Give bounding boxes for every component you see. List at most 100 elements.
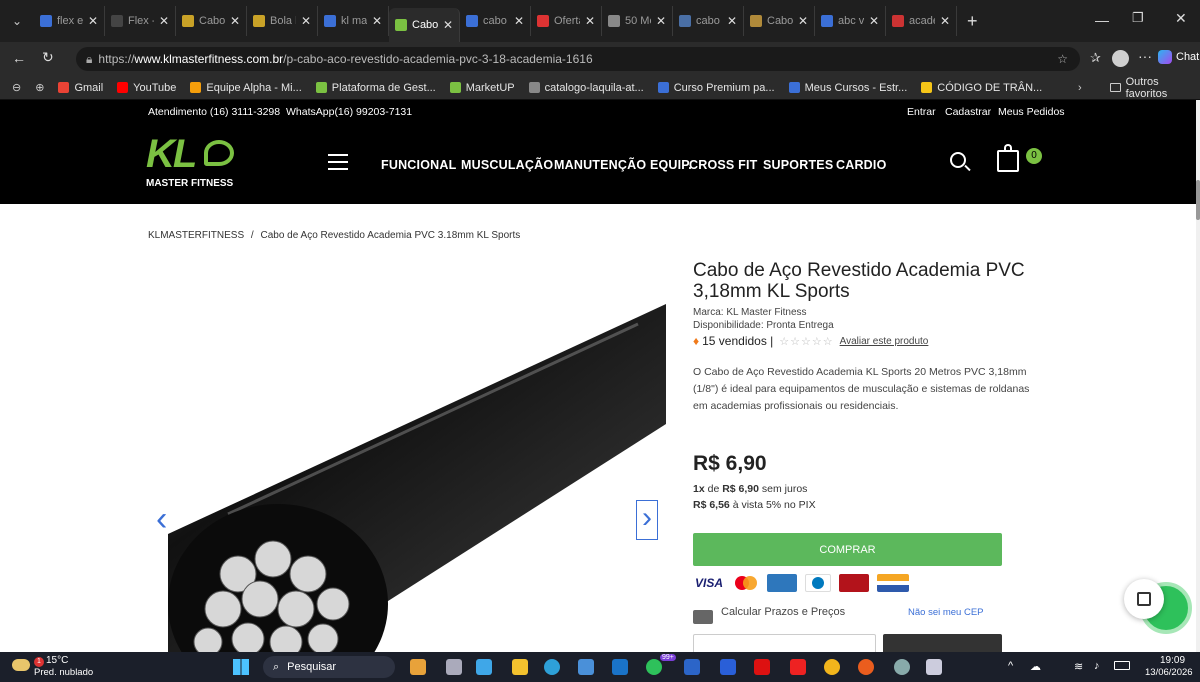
whatsapp-contact[interactable]: WhatsApp(16) 99203-7131 bbox=[286, 106, 412, 118]
tray-battery-icon[interactable] bbox=[1114, 661, 1130, 670]
browser-tab[interactable]: cabo a ✕ bbox=[673, 6, 744, 36]
nav-item[interactable]: MANUTENÇÃO EQUIP. bbox=[554, 158, 692, 172]
taskbar-app-icon[interactable] bbox=[926, 659, 942, 675]
browser-tab[interactable]: academ ✕ bbox=[886, 6, 957, 36]
bookmark-item[interactable]: Curso Premium pa... bbox=[657, 82, 775, 94]
tab-close-icon[interactable]: ✕ bbox=[656, 14, 666, 28]
taskbar-settings-icon[interactable] bbox=[894, 659, 910, 675]
windows-start-icon[interactable] bbox=[233, 659, 249, 675]
review-link[interactable]: Avaliar este produto bbox=[840, 336, 929, 347]
bookmark-item[interactable]: catalogo-laquila-at... bbox=[528, 82, 644, 94]
tab-actions-button[interactable]: ⌄ bbox=[0, 6, 34, 36]
calculate-shipping-button[interactable] bbox=[883, 634, 1002, 652]
bookmark-item[interactable]: YouTube bbox=[117, 82, 176, 94]
close-window-button[interactable]: ✕ bbox=[1175, 10, 1187, 27]
page-scrollbar[interactable] bbox=[1196, 100, 1200, 652]
taskbar-netflix-icon[interactable] bbox=[754, 659, 770, 675]
browser-tab[interactable]: Cabo d ✕ bbox=[389, 8, 460, 42]
bookmark-item[interactable]: CÓDIGO DE TRÂN... bbox=[921, 82, 1042, 94]
store-logo[interactable]: KL MASTER FITNESS bbox=[146, 132, 256, 192]
taskbar-explorer-icon[interactable] bbox=[512, 659, 528, 675]
bookmark-item[interactable]: MarketUP bbox=[449, 82, 515, 94]
taskbar-outlook-icon[interactable] bbox=[612, 659, 628, 675]
product-image[interactable] bbox=[168, 304, 666, 652]
taskbar-firefox-icon[interactable] bbox=[858, 659, 874, 675]
login-link[interactable]: Entrar bbox=[907, 106, 936, 118]
tray-volume-icon[interactable]: ♪ bbox=[1094, 660, 1100, 672]
register-link[interactable]: Cadastrar bbox=[945, 106, 991, 118]
taskbar-store-icon[interactable] bbox=[578, 659, 594, 675]
bookmarks-overflow-icon[interactable]: › bbox=[1078, 82, 1082, 94]
tab-close-icon[interactable]: ✕ bbox=[159, 14, 169, 28]
browser-tab[interactable]: abc var ✕ bbox=[815, 6, 886, 36]
tab-close-icon[interactable]: ✕ bbox=[443, 18, 453, 32]
cep-input[interactable] bbox=[693, 634, 876, 652]
tab-close-icon[interactable]: ✕ bbox=[230, 14, 240, 28]
taskbar-edge-icon[interactable] bbox=[544, 659, 560, 675]
browser-tab[interactable]: cabo de ✕ bbox=[460, 6, 531, 36]
browser-tab[interactable]: 50 Met ✕ bbox=[602, 6, 673, 36]
bookmark-item[interactable]: Meus Cursos - Estr... bbox=[788, 82, 907, 94]
address-bar[interactable]: 🔒︎ https://www.klmasterfitness.com.br/p-… bbox=[76, 47, 1080, 71]
hamburger-menu-icon[interactable] bbox=[328, 154, 348, 170]
tray-cloud-icon[interactable]: ☁ bbox=[1030, 660, 1041, 673]
tab-close-icon[interactable]: ✕ bbox=[869, 14, 879, 28]
back-icon[interactable]: ← bbox=[12, 50, 26, 66]
nav-item[interactable]: CARDIO bbox=[836, 158, 887, 172]
reload-icon[interactable]: ↻ bbox=[42, 49, 54, 66]
tab-close-icon[interactable]: ✕ bbox=[940, 14, 950, 28]
taskbar-task-view-icon[interactable] bbox=[446, 659, 462, 675]
browser-tab[interactable]: kl mast ✕ bbox=[318, 6, 389, 36]
breadcrumb-home[interactable]: KLMASTERFITNESS bbox=[148, 230, 244, 241]
other-favorites[interactable]: Outros favoritos bbox=[1110, 76, 1200, 100]
taskbar-search[interactable]: ⌕ Pesquisar bbox=[263, 656, 395, 678]
rating-stars[interactable]: ☆☆☆☆☆ bbox=[779, 335, 833, 348]
tray-wifi-icon[interactable]: ≋ bbox=[1074, 660, 1083, 673]
favorites-icon[interactable]: ✰ bbox=[1090, 50, 1101, 66]
favorite-star-icon[interactable]: ☆ bbox=[1057, 52, 1068, 66]
taskbar-copilot-icon[interactable] bbox=[476, 659, 492, 675]
more-menu-icon[interactable]: ··· bbox=[1138, 48, 1152, 64]
previous-image-arrow[interactable]: ‹ bbox=[156, 502, 167, 536]
browser-tab[interactable]: Cabo de ✕ bbox=[176, 6, 247, 36]
store-chat-button[interactable] bbox=[1124, 579, 1164, 619]
tab-close-icon[interactable]: ✕ bbox=[798, 14, 808, 28]
bookmark-menu-icon[interactable]: ⊖ bbox=[12, 81, 21, 94]
buy-button[interactable]: COMPRAR bbox=[693, 533, 1002, 566]
browser-tab[interactable]: Cabo d ✕ bbox=[744, 6, 815, 36]
weather-icon[interactable] bbox=[12, 659, 30, 671]
tab-close-icon[interactable]: ✕ bbox=[585, 14, 595, 28]
profile-avatar[interactable] bbox=[1112, 50, 1129, 67]
tab-close-icon[interactable]: ✕ bbox=[88, 14, 98, 28]
bookmark-item[interactable]: Equipe Alpha - Mi... bbox=[190, 82, 302, 94]
taskbar-bitrix-icon[interactable] bbox=[684, 659, 700, 675]
browser-tab[interactable]: Bola lim ✕ bbox=[247, 6, 318, 36]
cart-icon[interactable] bbox=[997, 144, 1019, 172]
browser-tab[interactable]: Flex - C ✕ bbox=[105, 6, 176, 36]
nav-item[interactable]: MUSCULAÇÃO bbox=[461, 158, 553, 172]
tab-close-icon[interactable]: ✕ bbox=[514, 14, 524, 28]
taskbar-dropbox-icon[interactable] bbox=[720, 659, 736, 675]
taskbar-youtube-icon[interactable] bbox=[790, 659, 806, 675]
restore-button[interactable]: ❐ bbox=[1132, 10, 1144, 26]
next-image-arrow[interactable]: › bbox=[636, 500, 658, 540]
taskbar-app-photos-icon[interactable] bbox=[410, 659, 426, 675]
nav-item[interactable]: FUNCIONAL bbox=[381, 158, 456, 172]
my-orders-link[interactable]: Meus Pedidos bbox=[998, 106, 1065, 118]
bookmark-item[interactable]: Gmail bbox=[58, 82, 103, 94]
nav-item[interactable]: SUPORTES bbox=[763, 158, 833, 172]
tab-close-icon[interactable]: ✕ bbox=[727, 14, 737, 28]
unknown-cep-link[interactable]: Não sei meu CEP bbox=[908, 607, 984, 618]
browser-tab[interactable]: Ofertas ✕ bbox=[531, 6, 602, 36]
tab-close-icon[interactable]: ✕ bbox=[372, 14, 382, 28]
apps-globe-icon[interactable]: ⊕ bbox=[35, 81, 44, 94]
minimize-button[interactable]: — bbox=[1095, 12, 1109, 28]
clock-time[interactable]: 19:09 bbox=[1160, 655, 1185, 666]
copilot-chat-button[interactable]: Chat bbox=[1158, 50, 1199, 64]
taskbar-chrome-icon[interactable] bbox=[824, 659, 840, 675]
bookmark-item[interactable]: Plataforma de Gest... bbox=[315, 82, 436, 94]
search-icon[interactable] bbox=[950, 152, 971, 172]
browser-tab[interactable]: flex equ ✕ bbox=[34, 6, 105, 36]
new-tab-button[interactable]: + bbox=[967, 11, 978, 32]
tab-close-icon[interactable]: ✕ bbox=[301, 14, 311, 28]
